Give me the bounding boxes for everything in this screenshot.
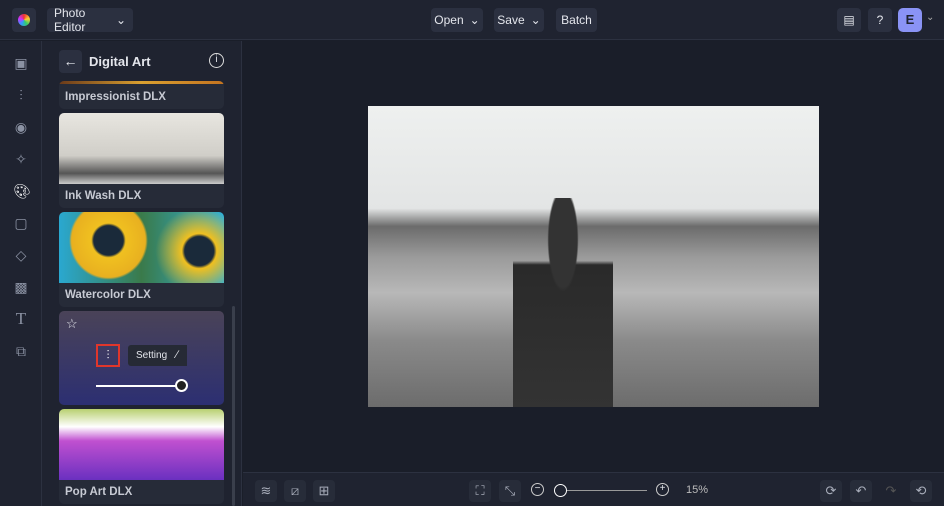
shapes-icon[interactable]: ◇ xyxy=(13,247,29,263)
effect-thumbnail xyxy=(59,409,224,480)
effect-label: Ink Wash DLX xyxy=(65,190,142,202)
app-menu-dropdown[interactable]: Photo Editor ⌄ xyxy=(47,6,133,34)
zoom-out-icon[interactable]: − xyxy=(531,483,544,496)
palette-icon[interactable]: 🎨︎ xyxy=(13,183,31,199)
save-button[interactable]: Save ⌄ xyxy=(494,8,544,32)
batch-button[interactable]: Batch xyxy=(556,8,597,32)
chevron-down-icon: ⌄ xyxy=(530,13,541,27)
eye-icon[interactable]: ◉ xyxy=(13,119,29,135)
save-label: Save xyxy=(497,13,525,27)
effect-thumbnail xyxy=(59,212,224,283)
chevron-down-icon[interactable]: ⌄ xyxy=(926,12,934,23)
sparkles-icon[interactable]: ✧ xyxy=(13,151,29,167)
effect-label: Pop Art DLX xyxy=(65,486,133,498)
sliders-icon: ⫶ xyxy=(106,348,110,362)
effect-card-ink-wash[interactable]: Ink Wash DLX xyxy=(59,113,224,208)
redo-icon[interactable]: ↷ xyxy=(880,480,902,502)
text-icon[interactable]: T xyxy=(13,310,29,327)
open-label: Open xyxy=(434,13,464,27)
texture-icon[interactable]: ▩ xyxy=(13,279,29,295)
history-icon[interactable]: ⟲ xyxy=(910,480,932,502)
settings-button[interactable]: ⫶ xyxy=(96,344,120,367)
zoom-slider-handle[interactable] xyxy=(554,484,567,497)
info-icon[interactable]: i xyxy=(209,53,224,68)
chevron-down-icon: ⌄ xyxy=(115,13,126,27)
grid-icon[interactable]: ⊞ xyxy=(313,480,335,502)
edit-icon[interactable]: ∕ xyxy=(167,345,187,366)
open-button[interactable]: Open ⌄ xyxy=(431,8,483,32)
person-silhouette xyxy=(513,198,613,407)
undo-icon[interactable]: ↶ xyxy=(850,480,872,502)
effect-card-pop-art[interactable]: Pop Art DLX xyxy=(59,409,224,504)
tool-rail: ▣ ⫶ ◉ ✧ 🎨︎ ▢ ◇ ▩ T ⧉ xyxy=(0,41,42,506)
effect-card-selected[interactable]: ☆ ⫶ Settings ∕ xyxy=(59,311,224,405)
effect-card-impressionist[interactable]: Impressionist DLX xyxy=(59,81,224,109)
effect-label: Watercolor DLX xyxy=(65,289,151,301)
frame-icon[interactable]: ▢ xyxy=(13,215,29,231)
intensity-slider[interactable] xyxy=(96,385,182,387)
slider-handle[interactable] xyxy=(175,379,188,392)
effect-card-watercolor[interactable]: Watercolor DLX xyxy=(59,212,224,307)
effect-thumbnail xyxy=(59,113,224,184)
effects-panel: ← Digital Art i Impressionist DLX Ink Wa… xyxy=(42,41,242,506)
back-button[interactable]: ← xyxy=(59,50,82,73)
zoom-level: 15% xyxy=(686,484,709,496)
star-icon[interactable]: ☆ xyxy=(66,316,78,332)
zoom-in-icon[interactable]: + xyxy=(656,483,669,496)
reset-icon[interactable]: ⟳ xyxy=(820,480,842,502)
zoom-slider[interactable] xyxy=(561,490,647,491)
help-icon[interactable]: ? xyxy=(868,8,892,32)
effect-label: Impressionist DLX xyxy=(65,91,166,103)
top-bar: Photo Editor ⌄ Open ⌄ Save ⌄ Batch ▤ ? E ⌄ xyxy=(0,0,944,40)
panel-title: Digital Art xyxy=(89,54,151,69)
bottom-toolbar: ≋ ⧄ ⊞ ⛶ ⤡ − + 15% ⟳ ↶ ↷ ⟲ xyxy=(243,472,944,506)
overlay-icon[interactable]: ⧉ xyxy=(13,343,29,359)
panel-scrollbar[interactable] xyxy=(232,306,235,506)
comments-icon[interactable]: ▤ xyxy=(837,8,861,32)
logo[interactable] xyxy=(12,8,36,32)
edited-photo[interactable] xyxy=(368,106,819,407)
resize-icon[interactable]: ⧄ xyxy=(284,480,306,502)
app-menu-label: Photo Editor xyxy=(54,6,86,34)
fit-screen-icon[interactable]: ⛶ xyxy=(469,480,491,502)
avatar[interactable]: E xyxy=(898,8,922,32)
layers-icon[interactable]: ≋ xyxy=(255,480,277,502)
adjustments-icon[interactable]: ⫶ xyxy=(13,87,29,103)
chevron-down-icon: ⌄ xyxy=(469,13,480,27)
image-icon[interactable]: ▣ xyxy=(13,55,29,71)
actual-size-icon[interactable]: ⤡ xyxy=(499,480,521,502)
